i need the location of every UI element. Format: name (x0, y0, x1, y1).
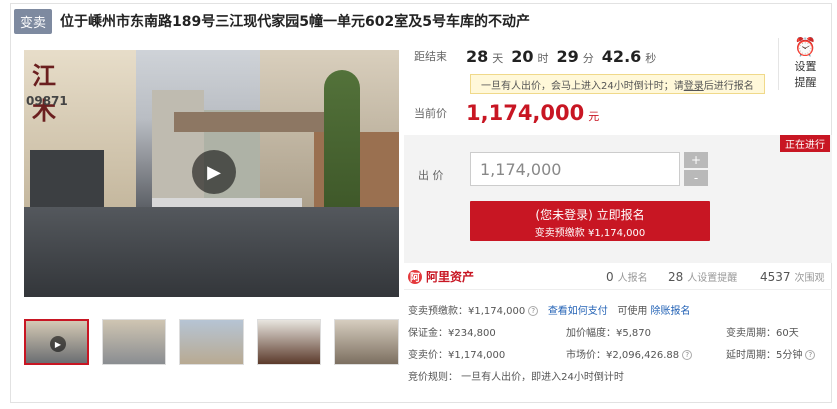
thumbnail-1[interactable]: ▶ (24, 319, 89, 365)
registered-count: 0 (606, 270, 614, 284)
countdown-hours: 20 (511, 46, 534, 66)
building-number: 09871 (26, 94, 68, 108)
tree (324, 70, 360, 220)
reminder-label-2: 提醒 (794, 76, 817, 89)
usable-text: 可使用 (617, 306, 648, 317)
market-price-info: 市场价：¥2,096,426.88? (566, 346, 693, 361)
signup-deposit-label: 变卖预缴款 ¥1,174,000 (534, 228, 646, 239)
set-reminder-button[interactable]: ⏰ 设置 提醒 (778, 38, 826, 90)
main-photo[interactable]: 江 木 09871 ▶ (24, 50, 399, 297)
current-price-label: 当前价 (414, 107, 447, 120)
deposit-info: 变卖预缴款：¥1,174,000? 查看如何支付 可使用 除账报名 (408, 302, 691, 317)
signup-button-label: (您未登录) 立即报名 (535, 208, 645, 222)
countdown-row: 距结束 28 天 20 时 29 分 42.6 秒 (404, 44, 664, 68)
countdown-days: 28 (466, 46, 489, 66)
reminder-label-1: 设置 (794, 60, 817, 73)
countdown-notice: 一旦有人出价，会马上进入24小时倒计时；请 登录 后进行报名 (470, 74, 765, 94)
thumbnail-2[interactable] (101, 319, 167, 365)
help-icon[interactable]: ? (805, 350, 816, 360)
decrease-button[interactable]: - (684, 170, 708, 186)
play-icon: ▶ (50, 336, 66, 352)
sale-period: 变卖周期：60天 (726, 328, 799, 339)
increase-button[interactable]: + (684, 152, 708, 168)
play-icon[interactable]: ▶ (192, 150, 236, 194)
brand-name: 阿里资产 (426, 270, 475, 284)
notice-text-after: 后进行报名 (703, 80, 754, 92)
security-deposit: 保证金：¥234,800 (408, 328, 496, 339)
current-price-row: 当前价 1,174,000 元 (404, 98, 599, 128)
page-title: 位于嵊州市东南路189号三江现代家园5幢一单元602室及5号车库的不动产 (60, 14, 530, 30)
views-count: 4537 (760, 270, 791, 284)
deposit-text: 变卖预缴款：¥1,174,000 (408, 306, 526, 317)
countdown-hours-unit: 时 (537, 51, 549, 65)
bid-panel: 正在进行 出 价 + - (您未登录) 立即报名 变卖预缴款 ¥1,174,00… (404, 135, 832, 263)
bid-rule: 竞价规则： 一旦有人出价，即进入24小时倒计时 (408, 372, 624, 383)
gate-beam (174, 112, 324, 132)
reminder-count: 28 (668, 270, 684, 284)
brand-logo: 阿阿里资产 (404, 268, 474, 285)
bid-stepper: + - (684, 152, 708, 188)
road (24, 207, 399, 297)
help-icon[interactable]: ? (528, 306, 539, 316)
how-to-pay-link[interactable]: 查看如何支付 (548, 306, 608, 317)
help-icon[interactable]: ? (682, 350, 693, 360)
stats-bar: 阿阿里资产 0 人报名 28 人设置提醒 4537 次围观 (404, 264, 832, 290)
reminder-stat-label: 人设置提醒 (687, 273, 738, 284)
ali-logo-icon: 阿 (408, 269, 422, 284)
thumbnail-strip: ▶ (24, 319, 399, 365)
registered-stat: 0 人报名 (606, 269, 648, 284)
countdown-label: 距结束 (414, 50, 447, 63)
sale-price: 变卖价：¥1,174,000 (408, 350, 506, 361)
notice-text: 一旦有人出价，会马上进入24小时倒计时；请 (481, 80, 684, 92)
countdown-minutes: 29 (556, 46, 579, 66)
loan-signup-link[interactable]: 除账报名 (651, 306, 691, 317)
title-bar: 变卖 位于嵊州市东南路189号三江现代家园5幢一单元602室及5号车库的不动产 (14, 6, 819, 36)
building-sign: 江 木 (32, 62, 74, 125)
countdown-days-unit: 天 (492, 51, 504, 65)
bid-amount-input[interactable] (470, 152, 680, 186)
current-price-unit: 元 (588, 110, 600, 123)
current-price-value: 1,174,000 (466, 101, 585, 125)
reminder-stat: 28 人设置提醒 (668, 269, 737, 284)
status-badge: 正在进行 (780, 135, 830, 152)
sale-type-tag: 变卖 (14, 8, 53, 34)
alarm-clock-icon: ⏰ (794, 37, 817, 58)
thumbnail-5[interactable] (334, 319, 399, 365)
views-stat: 4537 次围观 (760, 269, 825, 284)
delay-period: 延时周期：5分钟 (726, 350, 803, 361)
bid-label: 出 价 (418, 169, 444, 182)
delay-period-info: 延时周期：5分钟? (726, 346, 816, 361)
login-link[interactable]: 登录 (684, 77, 704, 92)
market-price: 市场价：¥2,096,426.88 (566, 350, 680, 361)
signup-button[interactable]: (您未登录) 立即报名 变卖预缴款 ¥1,174,000 (470, 201, 710, 241)
countdown-minutes-unit: 分 (582, 51, 594, 65)
building-mid (152, 90, 204, 210)
countdown-seconds-unit: 秒 (645, 51, 657, 65)
thumbnail-3[interactable] (179, 319, 244, 365)
countdown-timer: 28 天 20 时 29 分 42.6 秒 (466, 47, 664, 66)
countdown-seconds: 42.6 (601, 46, 642, 66)
bid-increment: 加价幅度：¥5,870 (566, 328, 651, 339)
views-label: 次围观 (794, 273, 825, 284)
registered-label: 人报名 (617, 273, 648, 284)
thumbnail-4[interactable] (256, 319, 322, 365)
